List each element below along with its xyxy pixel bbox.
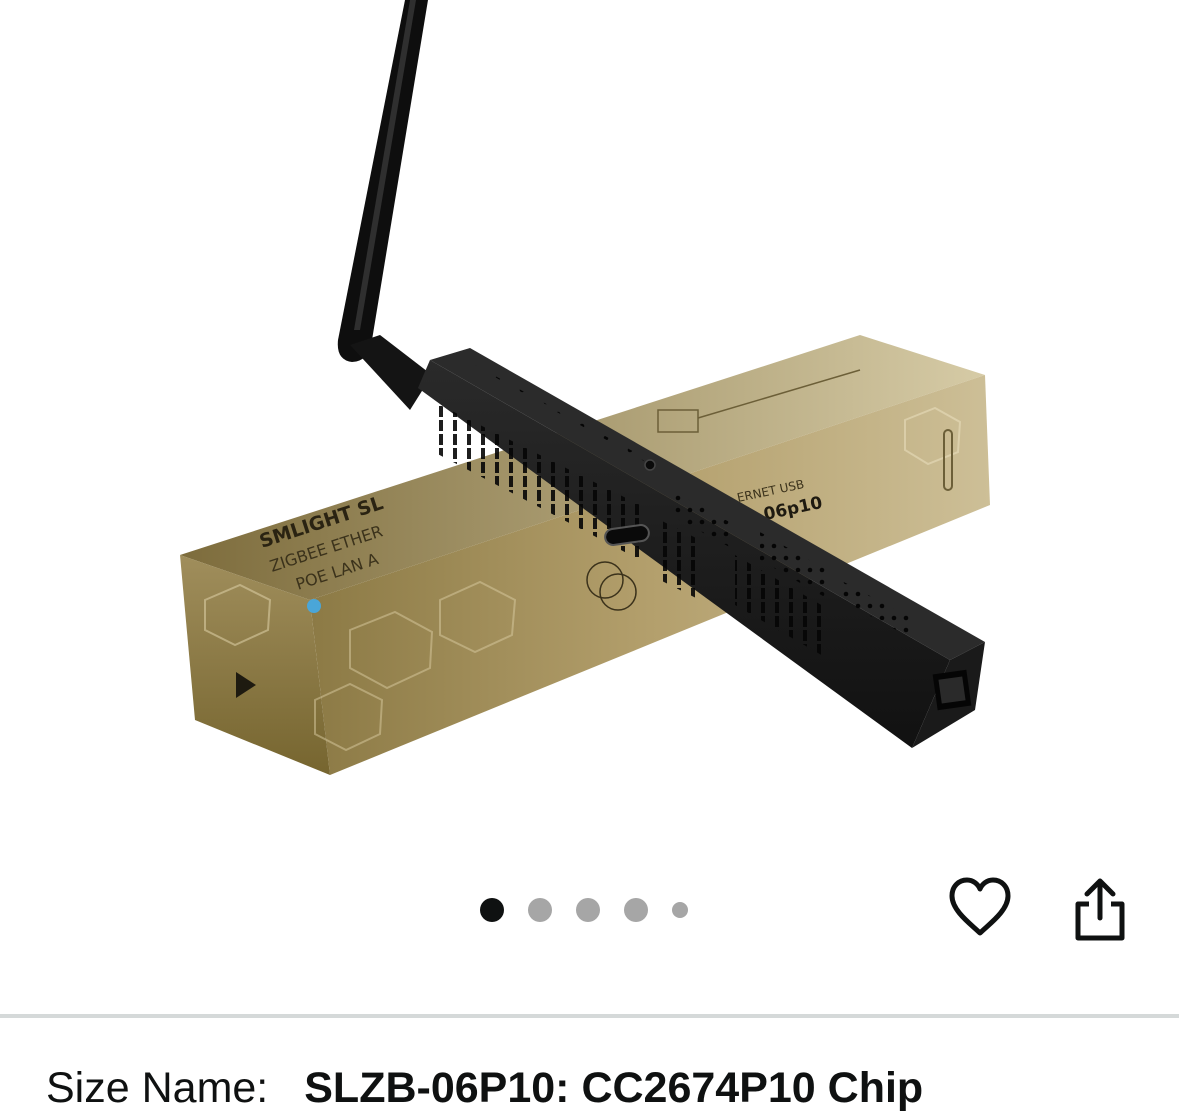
carousel-dot-5[interactable] — [672, 902, 688, 918]
product-image[interactable]: SMLIGHT SL ZIGBEE ETHER POE LAN A ERNET … — [0, 0, 1179, 860]
section-divider — [0, 1014, 1179, 1018]
size-name-label: Size Name: — [46, 1063, 269, 1112]
antenna — [337, 0, 432, 410]
heart-outline-icon — [949, 877, 1011, 936]
carousel-dots — [480, 896, 688, 924]
product-image-gallery[interactable]: SMLIGHT SL ZIGBEE ETHER POE LAN A ERNET … — [0, 0, 1179, 860]
size-name-value: SLZB-06P10: CC2674P10 Chip — [304, 1063, 924, 1112]
favorite-button[interactable] — [948, 876, 1012, 940]
share-button[interactable] — [1072, 876, 1128, 942]
carousel-dot-2[interactable] — [528, 898, 552, 922]
size-name-row: Size Name: SLZB-06P10: CC2674P10 Chip — [46, 1060, 923, 1116]
carousel-dot-4[interactable] — [624, 898, 648, 922]
share-icon — [1075, 878, 1125, 941]
carousel-dot-3[interactable] — [576, 898, 600, 922]
carousel-dot-1[interactable] — [480, 898, 504, 922]
